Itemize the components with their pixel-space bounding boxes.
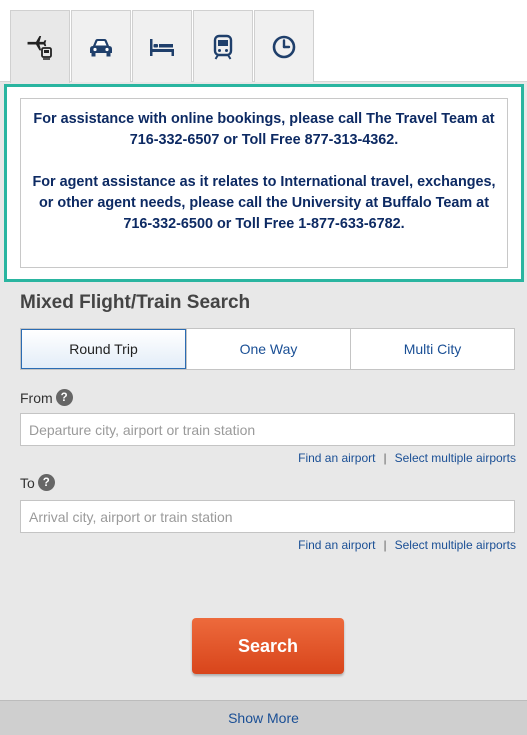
from-links: Find an airport | Select multiple airports [298,451,516,465]
tab-rail[interactable] [193,10,253,82]
booking-type-tabs [0,0,527,83]
tab-hotel[interactable] [132,10,192,82]
notice-agent-help: For agent assistance as it relates to In… [32,174,496,232]
clock-icon [272,35,296,58]
trip-type-selector: Round Trip One Way Multi City [20,328,515,370]
flight-train-icon [27,35,52,60]
to-label: To [20,474,35,491]
trip-type-multi-city[interactable]: Multi City [350,329,514,369]
train-icon [213,34,233,60]
from-help-icon[interactable]: ? [55,389,73,406]
tab-clock[interactable] [254,10,314,82]
to-links: Find an airport | Select multiple airports [298,538,516,552]
from-select-multiple-link[interactable]: Select multiple airports [395,451,516,465]
hotel-bed-icon [150,38,174,56]
assistance-notice: For assistance with online bookings, ple… [4,84,524,282]
from-find-airport-link[interactable]: Find an airport [298,451,375,465]
to-link-separator: | [383,538,387,552]
from-input[interactable] [20,413,515,446]
travel-search-widget: For assistance with online bookings, ple… [0,0,527,735]
trip-type-round-trip[interactable]: Round Trip [21,329,186,369]
search-title: Mixed Flight/Train Search [20,292,251,313]
tab-car[interactable] [71,10,131,82]
to-help-icon[interactable]: ? [37,474,55,491]
to-label-row: To ? [20,474,55,491]
to-select-multiple-link[interactable]: Select multiple airports [395,538,516,552]
to-find-airport-link[interactable]: Find an airport [298,538,375,552]
from-label: From [20,389,53,406]
show-more-link[interactable]: Show More [0,700,527,735]
notice-booking-help: For assistance with online bookings, ple… [33,111,495,148]
search-button[interactable]: Search [192,618,344,674]
assistance-notice-box: For assistance with online bookings, ple… [20,98,508,268]
car-icon [90,38,112,56]
to-input[interactable] [20,500,515,533]
from-link-separator: | [383,451,387,465]
tab-flight-train[interactable] [10,10,70,83]
trip-type-one-way[interactable]: One Way [186,329,350,369]
from-label-row: From ? [20,389,73,406]
